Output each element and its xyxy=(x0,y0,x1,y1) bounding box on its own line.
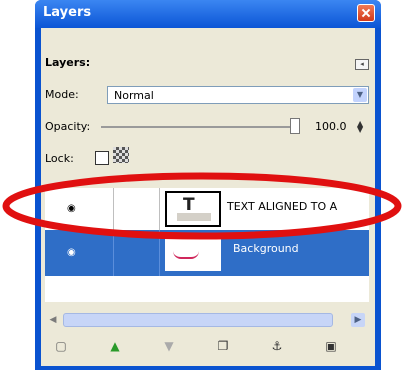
opacity-slider[interactable] xyxy=(101,126,291,128)
eye-icon[interactable]: ◉ xyxy=(67,248,87,258)
highlight-ellipse xyxy=(2,172,402,240)
layers-header-label: Layers: xyxy=(45,56,91,69)
opacity-label: Opacity: xyxy=(45,120,91,133)
lock-alpha-icon[interactable] xyxy=(113,147,129,163)
lower-layer-icon[interactable]: ▼ xyxy=(161,338,177,354)
dock-menu-icon[interactable]: ◂ xyxy=(355,59,369,70)
duplicate-layer-icon[interactable]: ❐ xyxy=(215,338,231,354)
opacity-slider-handle[interactable] xyxy=(290,118,300,134)
layer-name[interactable]: Background xyxy=(233,242,299,255)
mode-select[interactable]: Normal ▼ xyxy=(107,86,369,104)
window-title: Layers xyxy=(43,5,92,20)
raise-layer-icon[interactable]: ▲ xyxy=(107,338,123,354)
highlight-ellipse-shape xyxy=(2,172,402,240)
close-button[interactable] xyxy=(357,4,375,22)
anchor-layer-icon[interactable]: ⚓ xyxy=(269,338,285,354)
scroll-left-icon[interactable]: ◀ xyxy=(45,312,61,328)
scroll-right-icon[interactable]: ▶ xyxy=(351,313,365,327)
scrollbar-thumb[interactable] xyxy=(63,313,333,327)
new-layer-icon[interactable]: ▢ xyxy=(53,338,69,354)
opacity-value[interactable]: 100.0 xyxy=(315,120,347,133)
opacity-spinner-icon[interactable]: ▲ ▼ xyxy=(357,120,363,134)
delete-layer-icon[interactable]: ▣ xyxy=(323,338,339,354)
title-bar[interactable]: Layers xyxy=(35,0,381,28)
layers-toolbar: ▢ ▲ ▼ ❐ ⚓ ▣ xyxy=(45,336,369,360)
mode-label: Mode: xyxy=(45,88,79,101)
mode-value: Normal xyxy=(114,89,154,102)
lock-label: Lock: xyxy=(45,152,74,165)
lock-checkbox[interactable] xyxy=(95,151,109,165)
horizontal-scrollbar[interactable]: ◀ ▶ xyxy=(45,312,369,328)
chevron-down-icon[interactable]: ▼ xyxy=(353,88,367,102)
